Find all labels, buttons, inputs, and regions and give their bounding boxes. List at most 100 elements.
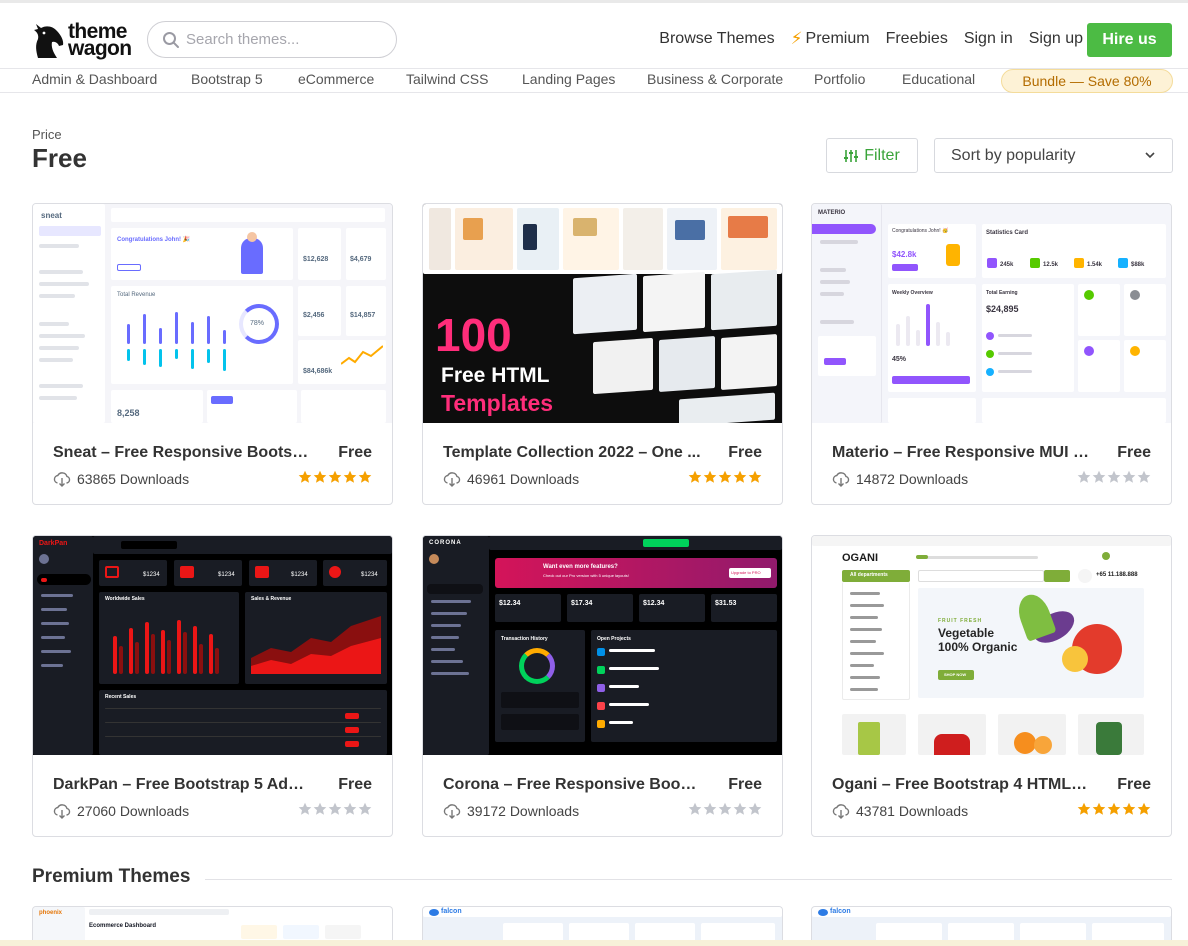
materio-earning-title: Total Earning [986,290,1018,296]
theme-card-title[interactable]: Sneat – Free Responsive Bootstr... [53,444,311,462]
star-filled-icon [1107,802,1121,815]
cloud-download-icon [443,472,461,487]
star-empty-icon [328,802,342,815]
star-filled-icon [1137,802,1151,815]
darkpan-stat-4: $1234 [361,572,378,578]
corona-stat-3: $12.34 [643,600,665,607]
themewagon-logo[interactable]: theme wagon [30,20,134,60]
star-empty-icon [688,802,702,815]
theme-card-price: Free [728,444,762,461]
downloads-count: 43781 Downloads [856,803,969,819]
theme-card-price: Free [338,776,372,793]
theme-card[interactable]: DarkPan $1234 $1234 $1234 $1234 Worldwid… [32,535,393,837]
materio-stat-2: 12.5k [1043,262,1059,268]
theme-card-price: Free [1117,776,1151,793]
nav-freebies[interactable]: Freebies [886,30,948,48]
star-empty-icon [1107,470,1121,483]
rating-stars [298,470,372,484]
theme-card-title[interactable]: Template Collection 2022 – One ... [443,444,701,462]
theme-card-title[interactable]: Corona – Free Responsive Boots... [443,776,701,794]
nav-browse-themes[interactable]: Browse Themes [659,30,774,48]
star-empty-icon [298,802,312,815]
star-filled-icon [313,470,327,483]
theme-card-title[interactable]: DarkPan – Free Bootstrap 5 Adm... [53,776,311,794]
chevron-down-icon [1145,152,1155,159]
theme-card-title[interactable]: Materio – Free Responsive MUI R... [832,444,1090,462]
sneat-payments: $2,456 [303,312,325,319]
theme-card-price: Free [728,776,762,793]
theme-card[interactable]: OGANI All departments +65 11.188.888 FRU… [811,535,1172,837]
search-icon [163,31,179,48]
filter-button[interactable]: Filter [826,138,918,173]
theme-thumbnail[interactable]: 100 Free HTML Templates [423,204,782,423]
collection-headline-number: 100 [435,309,512,361]
category-portfolio[interactable]: Portfolio [814,71,865,87]
nav-sign-up[interactable]: Sign up [1029,30,1083,48]
star-filled-icon [1122,802,1136,815]
star-empty-icon [703,802,717,815]
category-business-corporate[interactable]: Business & Corporate [647,71,783,87]
sneat-order-total: 8,258 [117,408,140,418]
rating-stars [298,802,372,816]
price-label: Price [32,127,62,142]
sneat-growth: 78% [250,320,265,327]
downloads-info: 27060 Downloads [53,802,189,820]
theme-card[interactable]: MATERIO Congratulations John! 🥳 $42.8k S… [811,203,1172,505]
star-empty-icon [718,802,732,815]
theme-card-title[interactable]: Ogani – Free Bootstrap 4 HTML5... [832,776,1090,794]
nav-sign-in[interactable]: Sign in [964,30,1013,48]
downloads-info: 43781 Downloads [832,802,968,820]
category-bootstrap-5[interactable]: Bootstrap 5 [191,71,263,87]
sneat-trend-line [341,345,383,365]
category-landing-pages[interactable]: Landing Pages [522,71,615,87]
darkpan-stat-3: $1234 [291,572,308,578]
bundle-badge[interactable]: Bundle — Save 80% [1001,69,1173,93]
ogani-headline2: 100% Organic [938,640,1018,654]
corona-transaction-title: Transaction History [501,636,548,642]
bottom-banner-strip [0,940,1188,946]
collection-headline-line3: Templates [441,390,554,416]
category-bar: Admin & Dashboard Bootstrap 5 eCommerce … [0,68,1188,93]
category-ecommerce[interactable]: eCommerce [298,71,374,87]
hire-us-button[interactable]: Hire us [1087,23,1172,57]
sort-select[interactable]: Sort by popularity [934,138,1173,173]
theme-card[interactable]: CORONA Want even more features? Check ou… [422,535,783,837]
corona-brand: CORONA [429,540,462,546]
theme-thumbnail[interactable]: OGANI All departments +65 11.188.888 FRU… [812,536,1171,755]
cloud-download-icon [53,472,71,487]
star-empty-icon [358,802,372,815]
theme-thumbnail[interactable]: DarkPan $1234 $1234 $1234 $1234 Worldwid… [33,536,392,755]
filter-label: Filter [864,146,900,164]
corona-stat-1: $12.34 [499,600,521,607]
theme-thumbnail[interactable]: MATERIO Congratulations John! 🥳 $42.8k S… [812,204,1171,423]
theme-thumbnail[interactable]: sneat Congratulations John! 🎉 $12,628 $4… [33,204,392,423]
corona-banner-button: Upgrade to PRO [731,570,761,575]
category-tailwind-css[interactable]: Tailwind CSS [406,71,488,87]
page-title: Free [32,143,87,173]
theme-card[interactable]: sneat Congratulations John! 🎉 $12,628 $4… [32,203,393,505]
darkpan-area-chart [251,616,381,674]
star-filled-icon [733,470,747,483]
corona-projects-title: Open Projects [597,636,631,642]
rating-stars [688,470,762,484]
materio-weekly-pct: 45% [892,356,907,363]
downloads-count: 63865 Downloads [77,471,190,487]
sort-label: Sort by popularity [951,146,1076,164]
nav-premium[interactable]: ⚡ Premium [791,29,870,49]
category-admin-dashboard[interactable]: Admin & Dashboard [32,71,157,87]
downloads-count: 39172 Downloads [467,803,580,819]
corona-banner-sub: Check out our Pro version with 5 unique … [543,573,629,578]
theme-thumbnail[interactable]: CORONA Want even more features? Check ou… [423,536,782,755]
star-filled-icon [1077,802,1091,815]
horse-logo-icon [34,24,64,58]
cloud-download-icon [832,472,850,487]
search-input[interactable] [186,31,376,48]
star-filled-icon [328,470,342,483]
star-filled-icon [1092,802,1106,815]
corona-banner-title: Want even more features? [543,564,618,570]
materio-amount: $42.8k [892,250,917,259]
premium-card-brand: falcon [441,908,462,915]
star-empty-icon [1137,470,1151,483]
category-educational[interactable]: Educational [902,71,975,87]
theme-card[interactable]: 100 Free HTML Templates Template Collect… [422,203,783,505]
